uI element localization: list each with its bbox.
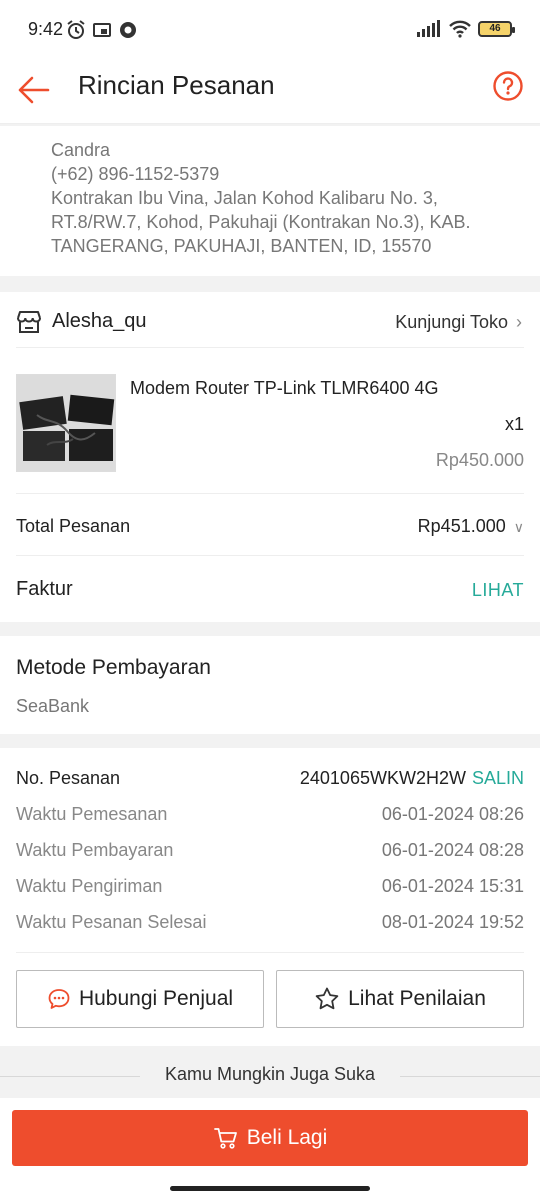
order-total-label: Total Pesanan bbox=[16, 516, 131, 536]
view-rating-button[interactable]: Lihat Penilaian bbox=[276, 970, 524, 1028]
signal-icon bbox=[417, 20, 440, 37]
address-line: RT.8/RW.7, Kohod, Pakuhaji (Kontrakan No… bbox=[51, 212, 471, 232]
order-total-value: Rp451.000 bbox=[417, 516, 506, 536]
order-time-label: Waktu Pesanan Selesai bbox=[16, 912, 207, 932]
order-time-value: 08-01-2024 19:52 bbox=[381, 912, 524, 932]
chevron-right-icon: › bbox=[516, 312, 522, 332]
status-time: 9:42 bbox=[28, 19, 64, 39]
order-info-section: No. Pesanan 2401065WKW2H2W SALIN Waktu Pe… bbox=[0, 748, 540, 1046]
wifi-icon bbox=[449, 20, 471, 38]
status-bar: 9:42 46 bbox=[0, 0, 540, 60]
order-time-row: Waktu Pemesanan 06-01-2024 08:26 bbox=[16, 804, 524, 834]
order-time-row: Waktu Pembayaran 06-01-2024 08:28 bbox=[16, 840, 524, 870]
bottom-bar: Beli Lagi bbox=[0, 1098, 540, 1200]
order-time-label: Waktu Pembayaran bbox=[16, 840, 174, 860]
recipient-phone: (+62) 896-1152-5379 bbox=[51, 164, 220, 184]
product-price: Rp450.000 bbox=[435, 450, 524, 470]
order-number-label: No. Pesanan bbox=[16, 768, 121, 788]
shipping-address: Candra (+62) 896-1152-5379 Kontrakan Ibu… bbox=[0, 126, 540, 276]
chat-icon bbox=[48, 989, 70, 1009]
recipient-name: Candra bbox=[51, 140, 111, 160]
suggestions-title: Kamu Mungkin Juga Suka bbox=[164, 1064, 376, 1084]
divider bbox=[16, 952, 524, 953]
payment-method-value: SeaBank bbox=[16, 696, 90, 716]
star-icon bbox=[315, 987, 339, 1010]
shop-name: Alesha_qu bbox=[52, 310, 147, 332]
battery-icon: 46 bbox=[478, 21, 515, 37]
order-time-label: Waktu Pengiriman bbox=[16, 876, 163, 896]
invoice-label: Faktur bbox=[16, 578, 73, 600]
payment-method-title: Metode Pembayaran bbox=[16, 656, 211, 679]
visit-shop-label: Kunjungi Toko bbox=[395, 312, 508, 332]
shop-header: Alesha_qu Kunjungi Toko › bbox=[16, 304, 524, 348]
view-rating-label: Lihat Penilaian bbox=[348, 987, 486, 1010]
store-icon bbox=[17, 311, 41, 333]
address-line: Kontrakan Ibu Vina, Jalan Kohod Kalibaru… bbox=[51, 188, 438, 208]
order-number-row: No. Pesanan 2401065WKW2H2W SALIN bbox=[16, 768, 524, 798]
home-indicator[interactable] bbox=[170, 1186, 370, 1191]
contact-seller-button[interactable]: Hubungi Penjual bbox=[16, 970, 264, 1028]
help-icon[interactable] bbox=[492, 70, 524, 102]
alarm-icon bbox=[67, 20, 85, 39]
product-quantity: x1 bbox=[504, 414, 524, 434]
product-thumbnail bbox=[16, 374, 116, 472]
page-title: Rincian Pesanan bbox=[78, 70, 275, 100]
payment-method-section: Metode Pembayaran SeaBank bbox=[0, 636, 540, 734]
buy-again-button[interactable]: Beli Lagi bbox=[12, 1110, 528, 1166]
address-line: TANGERANG, PAKUHAJI, BANTEN, ID, 15570 bbox=[51, 236, 432, 256]
order-time-value: 06-01-2024 15:31 bbox=[381, 876, 524, 896]
page-header: Rincian Pesanan bbox=[0, 60, 540, 124]
chevron-down-icon: ∨ bbox=[513, 519, 524, 535]
product-item[interactable]: Modem Router TP-Link TLMR6400 4G x1 Rp45… bbox=[16, 366, 524, 494]
order-time-row: Waktu Pengiriman 06-01-2024 15:31 bbox=[16, 876, 524, 906]
order-total-row[interactable]: Total Pesanan Rp451.000 ∨ bbox=[16, 496, 524, 556]
order-time-value: 06-01-2024 08:28 bbox=[381, 840, 524, 860]
order-time-label: Waktu Pemesanan bbox=[16, 804, 168, 824]
invoice-row: Faktur LIHAT bbox=[16, 556, 524, 622]
back-arrow-icon[interactable] bbox=[16, 72, 52, 108]
suggestions-heading: Kamu Mungkin Juga Suka bbox=[0, 1058, 540, 1098]
shop-section: Alesha_qu Kunjungi Toko › Modem Router TP… bbox=[0, 292, 540, 622]
buy-again-label: Beli Lagi bbox=[246, 1126, 328, 1149]
visit-shop-button[interactable]: Kunjungi Toko › bbox=[395, 312, 522, 333]
order-time-row: Waktu Pesanan Selesai 08-01-2024 19:52 bbox=[16, 912, 524, 942]
order-time-value: 06-01-2024 08:26 bbox=[381, 804, 524, 824]
app-notification-icon bbox=[120, 22, 136, 38]
order-number-value: 2401065WKW2H2W bbox=[299, 768, 466, 788]
copy-order-number-button[interactable]: SALIN bbox=[472, 768, 524, 788]
cart-icon bbox=[213, 1128, 237, 1149]
product-name: Modem Router TP-Link TLMR6400 4G bbox=[130, 378, 439, 398]
contact-seller-label: Hubungi Penjual bbox=[78, 987, 234, 1010]
cast-icon bbox=[93, 23, 111, 37]
view-invoice-link[interactable]: LIHAT bbox=[472, 580, 524, 601]
